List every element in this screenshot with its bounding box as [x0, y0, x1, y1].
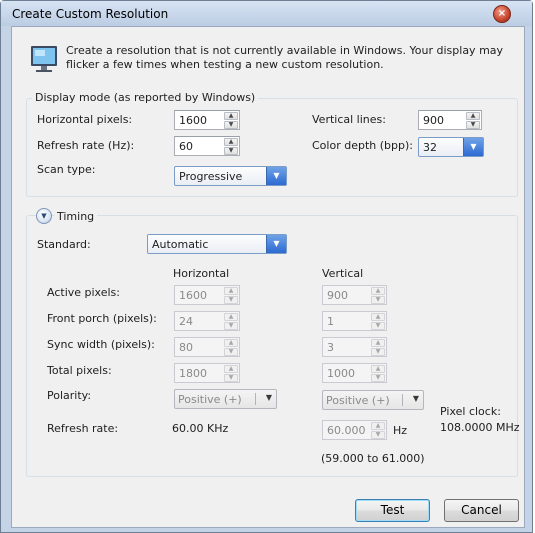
color-depth-label: Color depth (bpp): — [312, 139, 413, 152]
vertical-lines-label: Vertical lines: — [312, 113, 386, 126]
vertical-lines-stepper[interactable]: 900 ▲ ▼ — [418, 110, 482, 130]
stepper-down-icon: ▼ — [371, 348, 385, 356]
standard-value: Automatic — [152, 238, 209, 251]
intro-description: Create a resolution that is not currentl… — [66, 44, 504, 71]
active-pixels-label: Active pixels: — [47, 286, 120, 299]
collapse-chevron-icon[interactable]: ▼ — [36, 208, 52, 224]
timing-refresh-rate-h-value: 60.00 KHz — [172, 422, 229, 435]
active-pixels-h-value: 1600 — [179, 289, 207, 302]
stepper-up-icon: ▲ — [371, 339, 385, 347]
polarity-label: Polarity: — [47, 389, 92, 402]
stepper-down-icon[interactable]: ▼ — [224, 121, 238, 129]
stepper-down-icon: ▼ — [371, 431, 385, 439]
pixel-clock-value: 108.0000 MHz — [440, 421, 520, 434]
chevron-down-icon[interactable]: ▼ — [463, 138, 483, 156]
polarity-h-select: Positive (+) ▼ — [174, 389, 277, 409]
stepper-up-icon: ▲ — [224, 313, 238, 321]
active-pixels-v-stepper: 900 ▲ ▼ — [322, 285, 387, 305]
timing-title: Timing — [54, 210, 98, 223]
timing-refresh-rate-range: (59.000 to 61.000) — [321, 452, 425, 465]
active-pixels-v-value: 900 — [327, 289, 348, 302]
sync-width-h-stepper: 80 ▲ ▼ — [174, 337, 240, 357]
horizontal-pixels-value: 1600 — [179, 114, 207, 127]
stepper-up-icon: ▲ — [371, 313, 385, 321]
pixel-clock-label: Pixel clock: — [440, 405, 501, 418]
vertical-lines-value: 900 — [423, 114, 444, 127]
timing-refresh-rate-v-value: 60.000 — [327, 424, 366, 437]
stepper-down-icon: ▼ — [224, 296, 238, 304]
stepper-down-icon: ▼ — [224, 374, 238, 382]
stepper-up-icon: ▲ — [371, 287, 385, 295]
total-pixels-label: Total pixels: — [47, 364, 112, 377]
front-porch-h-value: 24 — [179, 315, 193, 328]
stepper-down-icon: ▼ — [371, 374, 385, 382]
timing-refresh-rate-label: Refresh rate: — [47, 422, 119, 435]
total-pixels-h-value: 1800 — [179, 367, 207, 380]
stepper-down-icon: ▼ — [224, 322, 238, 330]
polarity-v-select: Positive (+) ▼ — [322, 390, 424, 410]
total-pixels-v-stepper: 1000 ▲ ▼ — [322, 363, 387, 383]
front-porch-v-stepper: 1 ▲ ▼ — [322, 311, 387, 331]
monitor-icon — [31, 46, 57, 72]
dialog-client-area: Create a resolution that is not currentl… — [11, 26, 525, 528]
stepper-down-icon[interactable]: ▼ — [224, 147, 238, 155]
refresh-rate-label: Refresh rate (Hz): — [37, 139, 135, 152]
stepper-up-icon: ▲ — [371, 365, 385, 373]
stepper-up-icon[interactable]: ▲ — [224, 112, 238, 120]
front-porch-h-stepper: 24 ▲ ▼ — [174, 311, 240, 331]
color-depth-select[interactable]: 32 ▼ — [418, 137, 484, 157]
active-pixels-h-stepper: 1600 ▲ ▼ — [174, 285, 240, 305]
polarity-h-value: Positive (+) — [178, 393, 242, 406]
sync-width-v-value: 3 — [327, 341, 334, 354]
chevron-down-icon: ▼ — [265, 393, 272, 402]
title-bar[interactable]: Create Custom Resolution × — [1, 1, 532, 26]
total-pixels-v-value: 1000 — [327, 367, 355, 380]
stepper-up-icon: ▲ — [224, 365, 238, 373]
scan-type-select[interactable]: Progressive ▼ — [174, 166, 287, 186]
dialog-window: Create Custom Resolution × Create a reso… — [0, 0, 533, 533]
cancel-button[interactable]: Cancel — [444, 499, 519, 522]
stepper-up-icon: ▲ — [224, 339, 238, 347]
close-button[interactable]: × — [493, 5, 511, 23]
front-porch-v-value: 1 — [327, 315, 334, 328]
refresh-rate-value: 60 — [179, 140, 193, 153]
standard-label: Standard: — [37, 238, 91, 251]
timing-refresh-rate-v-stepper: 60.000 ▲ ▼ — [322, 420, 387, 440]
sync-width-label: Sync width (pixels): — [47, 338, 155, 351]
horizontal-pixels-label: Horizontal pixels: — [37, 113, 133, 126]
front-porch-label: Front porch (pixels): — [47, 312, 157, 325]
chevron-down-icon: ▼ — [412, 394, 419, 403]
scan-type-value: Progressive — [179, 170, 243, 183]
sync-width-h-value: 80 — [179, 341, 193, 354]
display-mode-title: Display mode (as reported by Windows) — [32, 91, 259, 104]
horizontal-column-header: Horizontal — [173, 267, 230, 280]
stepper-up-icon[interactable]: ▲ — [466, 112, 480, 120]
standard-select[interactable]: Automatic ▼ — [147, 234, 287, 254]
chevron-down-icon[interactable]: ▼ — [266, 235, 286, 253]
stepper-up-icon: ▲ — [224, 287, 238, 295]
stepper-down-icon: ▼ — [371, 296, 385, 304]
total-pixels-h-stepper: 1800 ▲ ▼ — [174, 363, 240, 383]
sync-width-v-stepper: 3 ▲ ▼ — [322, 337, 387, 357]
window-title: Create Custom Resolution — [12, 7, 169, 21]
scan-type-label: Scan type: — [37, 163, 96, 176]
chevron-down-icon[interactable]: ▼ — [266, 167, 286, 185]
stepper-up-icon[interactable]: ▲ — [224, 138, 238, 146]
color-depth-value: 32 — [423, 141, 437, 154]
timing-refresh-rate-unit: Hz — [393, 424, 408, 437]
stepper-down-icon: ▼ — [224, 348, 238, 356]
horizontal-pixels-stepper[interactable]: 1600 ▲ ▼ — [174, 110, 240, 130]
test-button[interactable]: Test — [355, 499, 430, 522]
stepper-up-icon: ▲ — [371, 422, 385, 430]
stepper-down-icon[interactable]: ▼ — [466, 121, 480, 129]
polarity-v-value: Positive (+) — [326, 394, 390, 407]
refresh-rate-stepper[interactable]: 60 ▲ ▼ — [174, 136, 240, 156]
vertical-column-header: Vertical — [322, 267, 364, 280]
stepper-down-icon: ▼ — [371, 322, 385, 330]
